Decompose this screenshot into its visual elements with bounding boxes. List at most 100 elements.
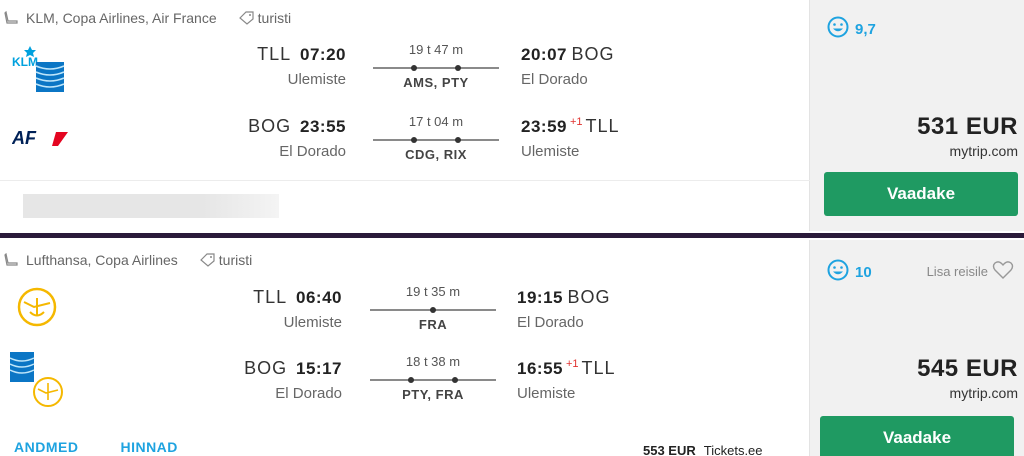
heart-icon[interactable] bbox=[992, 260, 1014, 283]
result-details: KLM, Copa Airlines, Air France turisti K… bbox=[0, 0, 810, 231]
rating: 9,7 bbox=[827, 16, 876, 42]
price-panel: 10 Lisa reisile 545 EUR mytrip.com Vaada… bbox=[810, 240, 1024, 456]
result-card-2: Lufthansa, Copa Airlines turisti TLL 06:… bbox=[0, 240, 1024, 456]
provider: mytrip.com bbox=[949, 385, 1018, 401]
copa-lufthansa-logo bbox=[9, 350, 66, 415]
airlines-line: KLM, Copa Airlines, Air France turisti bbox=[4, 10, 291, 26]
stop-dot bbox=[452, 377, 458, 383]
route-line bbox=[373, 137, 499, 143]
airfrance-logo-text: AF bbox=[12, 128, 37, 148]
tab-prices[interactable]: HINNAD bbox=[120, 439, 177, 455]
inbound-departure: BOG 15:17 El Dorado bbox=[244, 358, 342, 402]
stop-dot bbox=[430, 307, 436, 313]
airlines-line: Lufthansa, Copa Airlines turisti bbox=[4, 252, 252, 268]
loading-placeholder bbox=[23, 194, 279, 218]
dep-airport: BOG bbox=[244, 358, 288, 378]
route-line bbox=[370, 377, 496, 383]
rating-value: 9,7 bbox=[855, 20, 876, 38]
dep-time: 15:17 bbox=[296, 359, 342, 378]
outbound-departure: TLL 06:40 Ulemiste bbox=[253, 287, 342, 331]
seat-icon bbox=[4, 252, 20, 267]
duration-text: 19 t 47 m bbox=[408, 42, 464, 57]
inbound-departure: BOG 23:55 El Dorado bbox=[248, 116, 346, 160]
lufthansa-logo bbox=[16, 286, 58, 333]
price-panel: 9,7 531 EUR mytrip.com Vaadake bbox=[810, 0, 1024, 231]
inbound-arrival: 23:59 +1 TLL Ulemiste bbox=[521, 116, 620, 160]
cabin-tag: turisti bbox=[199, 252, 253, 268]
arr-airport: TLL bbox=[585, 116, 620, 136]
alt-provider: Tickets.ee bbox=[703, 443, 763, 456]
arr-station: Ulemiste bbox=[517, 385, 576, 402]
stop-dot bbox=[455, 65, 461, 71]
smiley-icon bbox=[827, 259, 849, 285]
rating-value: 10 bbox=[855, 263, 872, 281]
stops-text: PTY, FRA bbox=[402, 387, 464, 402]
stops-text: CDG, RIX bbox=[405, 147, 467, 162]
klm-logo-text: KLM bbox=[12, 55, 38, 69]
provider: mytrip.com bbox=[949, 143, 1018, 159]
arr-time: 23:59 bbox=[521, 117, 567, 136]
alt-offer[interactable]: 553 EUR Tickets.ee bbox=[643, 443, 763, 456]
arr-airport: TLL bbox=[581, 358, 616, 378]
rating: 10 bbox=[827, 259, 872, 285]
dep-station: El Dorado bbox=[275, 385, 342, 402]
view-deal-button[interactable]: Vaadake bbox=[820, 416, 1014, 456]
dep-station: Ulemiste bbox=[283, 314, 342, 331]
outbound-duration: 19 t 35 m FRA bbox=[370, 284, 496, 332]
stops-text: FRA bbox=[418, 317, 448, 332]
arr-station: El Dorado bbox=[521, 71, 588, 88]
dep-station: Ulemiste bbox=[287, 71, 346, 88]
tag-icon bbox=[238, 11, 255, 25]
cabin-class: turisti bbox=[257, 10, 292, 26]
outbound-arrival: 20:07 BOG El Dorado bbox=[521, 44, 614, 88]
dep-time: 06:40 bbox=[296, 288, 342, 307]
inbound-duration: 18 t 38 m PTY, FRA bbox=[370, 354, 496, 402]
seat-icon bbox=[4, 10, 20, 25]
outbound-duration: 19 t 47 m AMS, PTY bbox=[373, 42, 499, 90]
smiley-icon bbox=[827, 16, 849, 42]
price: 531 EUR bbox=[917, 113, 1018, 140]
stops-text: AMS, PTY bbox=[403, 75, 469, 90]
add-to-trip-label: Lisa reisile bbox=[926, 264, 988, 279]
outbound-arrival: 19:15 BOG El Dorado bbox=[517, 287, 610, 331]
cabin-class: turisti bbox=[218, 252, 253, 268]
result-card-1: KLM, Copa Airlines, Air France turisti K… bbox=[0, 0, 1024, 231]
outbound-departure: TLL 07:20 Ulemiste bbox=[257, 44, 346, 88]
price: 545 EUR bbox=[917, 355, 1018, 382]
inbound-arrival: 16:55 +1 TLL Ulemiste bbox=[517, 358, 616, 402]
arr-time: 19:15 bbox=[517, 288, 563, 307]
duration-text: 19 t 35 m bbox=[405, 284, 461, 299]
stop-dot bbox=[411, 65, 417, 71]
add-to-trip[interactable]: Lisa reisile bbox=[927, 260, 1014, 283]
card-divider bbox=[0, 233, 1024, 238]
arr-airport: BOG bbox=[571, 44, 615, 64]
result-details: Lufthansa, Copa Airlines turisti TLL 06:… bbox=[0, 240, 810, 456]
airlines-names: KLM, Copa Airlines, Air France bbox=[26, 10, 217, 26]
alt-price: 553 EUR bbox=[643, 443, 696, 456]
plus-day-badge: +1 bbox=[565, 358, 579, 370]
dep-time: 07:20 bbox=[300, 45, 346, 64]
tab-details[interactable]: ANDMED bbox=[14, 439, 78, 455]
arr-airport: BOG bbox=[567, 287, 611, 307]
duration-text: 17 t 04 m bbox=[408, 114, 464, 129]
arr-station: El Dorado bbox=[517, 314, 584, 331]
plus-day-badge: +1 bbox=[569, 116, 583, 128]
route-line bbox=[373, 65, 499, 71]
dep-station: El Dorado bbox=[279, 143, 346, 160]
dep-airport: TLL bbox=[257, 44, 292, 64]
view-deal-button[interactable]: Vaadake bbox=[824, 172, 1018, 216]
tag-icon bbox=[199, 253, 216, 267]
cabin-tag: turisti bbox=[238, 10, 292, 26]
stop-dot bbox=[408, 377, 414, 383]
inbound-duration: 17 t 04 m CDG, RIX bbox=[373, 114, 499, 162]
arr-station: Ulemiste bbox=[521, 143, 580, 160]
klm-logo: KLM bbox=[10, 44, 66, 99]
stop-dot bbox=[455, 137, 461, 143]
stop-dot bbox=[411, 137, 417, 143]
route-line bbox=[370, 307, 496, 313]
dep-airport: BOG bbox=[248, 116, 292, 136]
card-footer bbox=[0, 180, 810, 231]
airlines-names: Lufthansa, Copa Airlines bbox=[26, 252, 178, 268]
airfrance-logo: AF bbox=[11, 128, 70, 153]
arr-time: 20:07 bbox=[521, 45, 567, 64]
